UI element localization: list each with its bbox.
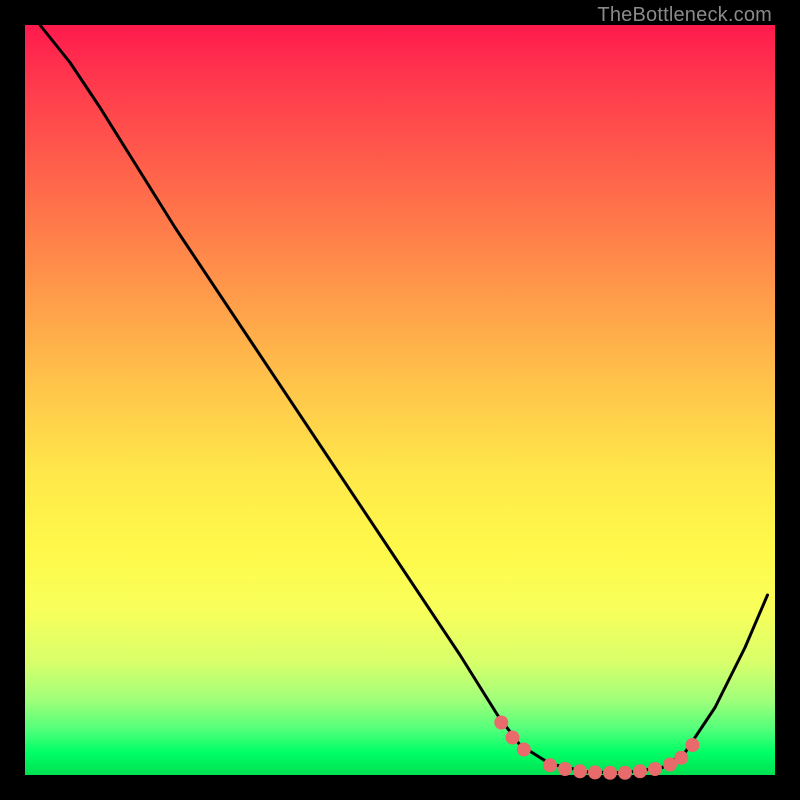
data-marker xyxy=(494,716,508,730)
data-marker xyxy=(686,738,700,752)
attribution-text: TheBottleneck.com xyxy=(597,4,772,27)
data-marker xyxy=(603,766,617,780)
data-marker xyxy=(633,764,647,778)
data-marker xyxy=(573,764,587,778)
data-marker xyxy=(543,758,557,772)
plot-svg xyxy=(25,25,775,775)
data-markers xyxy=(494,716,699,780)
data-marker xyxy=(674,751,688,765)
data-marker xyxy=(618,766,632,780)
data-marker xyxy=(506,731,520,745)
data-marker xyxy=(517,743,531,757)
data-marker xyxy=(558,762,572,776)
data-marker xyxy=(648,762,662,776)
bottleneck-curve xyxy=(40,25,768,773)
chart-area xyxy=(25,25,775,775)
data-marker xyxy=(588,765,602,779)
